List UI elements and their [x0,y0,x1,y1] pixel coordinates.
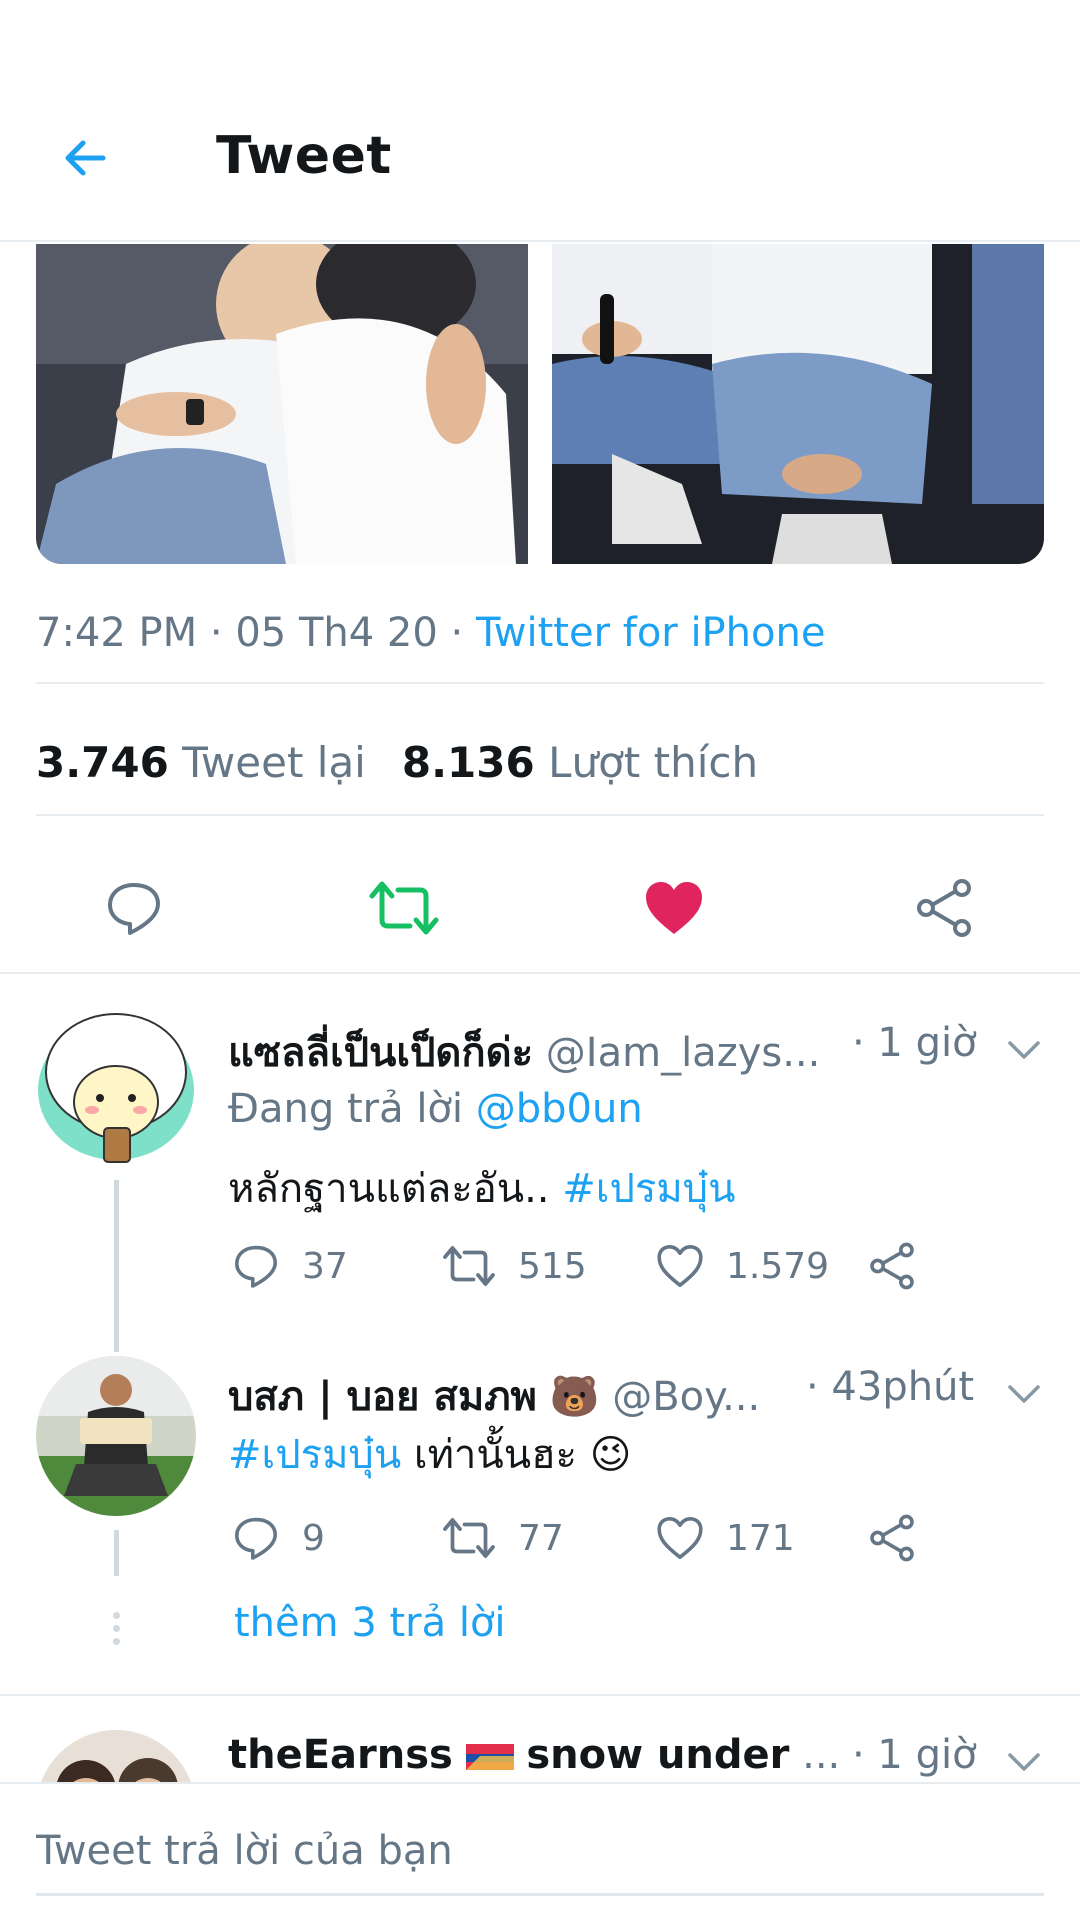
likes-stat[interactable]: 8.136 Lượt thích [402,738,758,787]
chevron-down-icon[interactable] [1004,1030,1044,1070]
reply-hashtag[interactable]: #เปรมบุ๋น [228,1432,401,1478]
reply-author-name-suffix[interactable]: snow under [526,1732,789,1778]
thread-dot [113,1638,120,1645]
reply-avatar[interactable] [36,1356,196,1516]
reply-count: 9 [302,1517,325,1559]
divider [36,814,1044,816]
reply-like-button[interactable]: 1.579 [656,1236,829,1296]
share-icon [870,1514,914,1562]
meta-separator: · [450,610,476,656]
likes-count: 8.136 [401,738,535,787]
reply-retweet-button[interactable]: 77 [442,1508,564,1568]
retweets-label: Tweet lại [182,738,366,787]
tweet-time: 7:42 PM [36,610,198,656]
meta-separator: · [209,610,236,656]
heart-outline-icon [657,1245,703,1287]
reply-author-name[interactable]: บสภ | บอย สมภพ [228,1374,537,1420]
retweet-count: 515 [518,1245,587,1287]
reply-header: บสภ | บอย สมภพ 🐻 @Boy... [228,1364,760,1428]
replying-to-line: Đang trả lời @bb0un [228,1086,643,1132]
like-count: 171 [726,1517,795,1559]
reply-author-name[interactable]: แซลลี่เป็นเป็ดก็ด่ะ [228,1030,533,1076]
chevron-down-icon[interactable] [1004,1742,1044,1782]
section-separator [0,1694,1080,1696]
tweet-action-bar [0,860,1080,956]
like-button[interactable] [638,872,710,944]
reply-body: เท่านั้นฮะ [413,1432,577,1478]
photo-hug-image [36,244,528,564]
reply-author-handle[interactable]: ... [802,1732,840,1778]
arrow-left-icon [65,140,106,176]
retweets-count: 3.746 [36,738,169,787]
reply-author-handle[interactable]: @Iam_lazys... [546,1030,821,1076]
tweet-meta: 7:42 PM · 05 Th4 20 · Twitter for iPhone [36,610,825,656]
reply-text: #เปรมบุ๋น เท่านั้นฮะ 😉 [228,1422,631,1486]
wink-emoji-icon: 😉 [589,1432,632,1478]
retweet-count: 77 [518,1517,564,1559]
retweet-icon [443,1246,495,1286]
thread-dot [113,1612,120,1619]
reply-actions: 9 77 171 [228,1508,948,1568]
thread-dot [113,1625,120,1632]
reply-timestamp: · 1 giờ [852,1732,977,1778]
reply-composer [0,1782,1080,1920]
tweet-photo-1[interactable] [36,244,528,564]
thread-connector [114,1530,119,1576]
tweet-photo-2[interactable] [552,244,1044,564]
tweet-stats: 3.746 Tweet lại 8.136 Lượt thích [36,738,758,787]
chevron-down-icon[interactable] [1004,1374,1044,1414]
divider [36,682,1044,684]
reply-body: หลักฐานแต่ละอัน.. [228,1166,550,1212]
reply-header: theEarnss snow under ... [228,1732,840,1778]
share-icon [917,879,971,937]
page-title: Tweet [216,126,392,186]
reply-hashtag[interactable]: #เปรมบุ๋น [562,1166,735,1212]
section-separator [0,972,1080,974]
reply-text: หลักฐานแต่ละอัน.. #เปรมบุ๋น [228,1156,735,1220]
reply-share-button[interactable] [868,1508,916,1568]
comment-icon [108,883,160,935]
reply-count: 37 [302,1245,348,1287]
replying-to-label: Đang trả lời [228,1086,464,1132]
flag-icon [465,1732,514,1778]
replying-to-handle[interactable]: @bb0un [476,1086,643,1132]
back-button[interactable] [50,128,120,188]
tweet-date: 05 Th4 20 [235,610,438,656]
reply-share-button[interactable] [868,1236,916,1296]
reply-timestamp: · 1 giờ [852,1020,977,1066]
reply-avatar[interactable] [36,1010,196,1170]
retweet-button[interactable] [368,872,440,944]
tweet-media [36,244,1044,564]
reply-author-handle[interactable]: @Boy... [612,1374,760,1420]
reply-reply-button[interactable]: 37 [232,1236,348,1296]
heart-filled-icon [646,882,702,934]
sheep-avatar-image [36,1010,196,1170]
thread-connector [114,1180,119,1352]
retweet-icon [369,881,439,935]
comment-icon [235,1245,277,1288]
reply-retweet-button[interactable]: 515 [442,1236,587,1296]
comment-icon [235,1517,277,1560]
reply-header: แซลลี่เป็นเป็ดก็ด่ะ @Iam_lazys... [228,1020,820,1084]
likes-label: Lượt thích [548,738,759,787]
reply-input[interactable] [36,1808,1044,1896]
retweets-stat[interactable]: 3.746 Tweet lại [36,738,366,787]
bear-emoji-icon: 🐻 [549,1374,600,1420]
photo-crouch-image [552,244,1044,564]
reply-author-name[interactable]: theEarnss [228,1732,453,1778]
reply-timestamp: · 43phút [806,1364,975,1410]
share-icon [870,1242,914,1290]
reply-actions: 37 515 1.579 [228,1236,948,1296]
tweet-source-link[interactable]: Twitter for iPhone [476,610,826,656]
share-button[interactable] [908,872,980,944]
reply-like-button[interactable]: 171 [656,1508,795,1568]
like-count: 1.579 [726,1245,830,1287]
reply-button[interactable] [98,872,170,944]
boy-avatar-image [36,1356,196,1516]
top-app-bar: Tweet [0,0,1080,242]
retweet-icon [443,1518,495,1558]
reply-reply-button[interactable]: 9 [232,1508,325,1568]
heart-outline-icon [657,1517,703,1559]
show-more-replies-link[interactable]: thêm 3 trả lời [234,1600,506,1646]
